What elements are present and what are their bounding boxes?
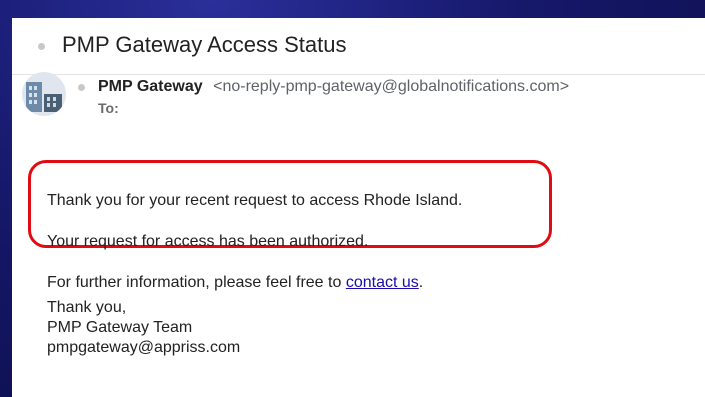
further-info-text: For further information, please feel fre…	[47, 274, 342, 291]
signature-line-team: PMP Gateway Team	[47, 319, 193, 336]
sender-avatar-icon[interactable]	[22, 72, 66, 116]
body-line-authorized: Your request for access has been authori…	[47, 233, 369, 250]
contact-us-link[interactable]: contact us	[346, 274, 419, 291]
signature: Thank you, PMP Gateway Team pmpgateway@a…	[47, 298, 240, 358]
sender-bullet-icon	[78, 84, 85, 91]
to-label: To:	[98, 100, 119, 116]
signature-line-thanks: Thank you,	[47, 299, 127, 316]
body-line-further-info: For further information, please feel fre…	[47, 274, 423, 292]
further-info-period: .	[418, 274, 424, 291]
sender-line: PMP Gateway <no-reply-pmp-gateway@global…	[98, 78, 569, 96]
subject-bar: PMP Gateway Access Status	[12, 18, 705, 75]
sender-name[interactable]: PMP Gateway	[98, 78, 203, 95]
signature-line-email: pmpgateway@appriss.com	[47, 339, 241, 356]
body-line-request: Thank you for your recent request to acc…	[47, 192, 463, 209]
email-subject: PMP Gateway Access Status	[62, 32, 347, 57]
bullet-icon	[38, 43, 45, 50]
sender-email[interactable]: <no-reply-pmp-gateway@globalnotification…	[213, 78, 569, 95]
